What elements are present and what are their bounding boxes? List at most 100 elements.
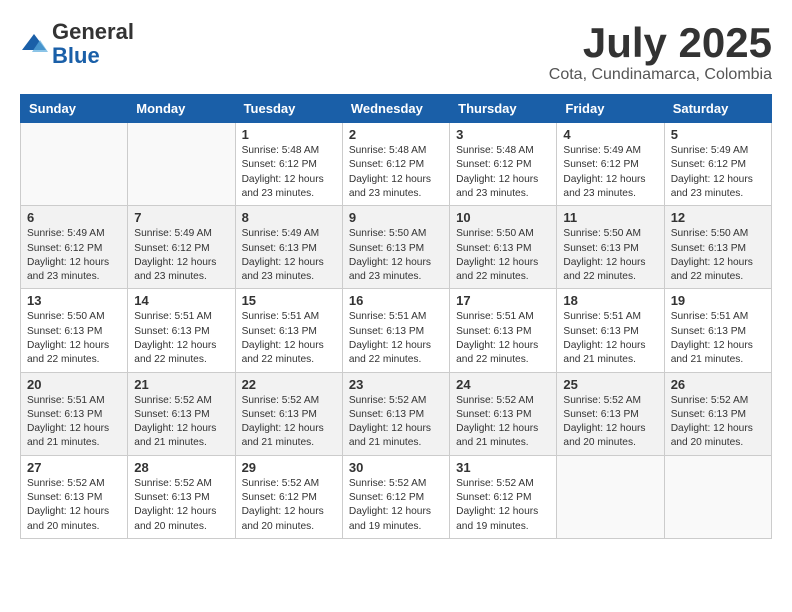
calendar-cell (664, 455, 771, 538)
calendar-week-row: 6 Sunrise: 5:49 AM Sunset: 6:12 PM Daylig… (21, 206, 772, 289)
day-info: Sunrise: 5:49 AM Sunset: 6:12 PM Dayligh… (27, 227, 121, 284)
day-number: 13 (27, 293, 121, 308)
calendar-cell (21, 123, 128, 206)
calendar-cell: 31 Sunrise: 5:52 AM Sunset: 6:12 PM Dayli… (450, 455, 557, 538)
calendar-cell: 10 Sunrise: 5:50 AM Sunset: 6:13 PM Dayli… (450, 206, 557, 289)
calendar-cell: 2 Sunrise: 5:48 AM Sunset: 6:12 PM Daylig… (342, 123, 449, 206)
calendar-cell: 14Sunrise: 5:51 AM Sunset: 6:13 PM Dayli… (128, 289, 235, 372)
calendar-cell: 28Sunrise: 5:52 AM Sunset: 6:13 PM Dayli… (128, 455, 235, 538)
day-number: 5 (671, 127, 765, 142)
day-info: Sunrise: 5:52 AM Sunset: 6:13 PM Dayligh… (27, 477, 121, 534)
day-info: Sunrise: 5:51 AM Sunset: 6:13 PM Dayligh… (242, 310, 336, 367)
day-info: Sunrise: 5:51 AM Sunset: 6:13 PM Dayligh… (349, 310, 443, 367)
day-info: Sunrise: 5:52 AM Sunset: 6:13 PM Dayligh… (134, 394, 228, 451)
day-info: Sunrise: 5:49 AM Sunset: 6:12 PM Dayligh… (671, 144, 765, 201)
day-number: 8 (242, 210, 336, 225)
day-info: Sunrise: 5:50 AM Sunset: 6:13 PM Dayligh… (349, 227, 443, 284)
calendar-cell: 18Sunrise: 5:51 AM Sunset: 6:13 PM Dayli… (557, 289, 664, 372)
calendar-cell: 21 Sunrise: 5:52 AM Sunset: 6:13 PM Dayli… (128, 372, 235, 455)
month-title: July 2025 (549, 20, 772, 66)
day-number: 25 (563, 377, 657, 392)
logo-general-text: General (52, 19, 134, 44)
day-number: 17 (456, 293, 550, 308)
title-block: July 2025 Cota, Cundinamarca, Colombia (549, 20, 772, 84)
calendar-cell: 19Sunrise: 5:51 AM Sunset: 6:13 PM Dayli… (664, 289, 771, 372)
calendar-cell: 7Sunrise: 5:49 AM Sunset: 6:12 PM Daylig… (128, 206, 235, 289)
calendar-cell: 25Sunrise: 5:52 AM Sunset: 6:13 PM Dayli… (557, 372, 664, 455)
calendar-week-row: 20 Sunrise: 5:51 AM Sunset: 6:13 PM Dayli… (21, 372, 772, 455)
day-info: Sunrise: 5:50 AM Sunset: 6:13 PM Dayligh… (671, 227, 765, 284)
day-info: Sunrise: 5:48 AM Sunset: 6:12 PM Dayligh… (349, 144, 443, 201)
calendar-cell: 1Sunrise: 5:48 AM Sunset: 6:12 PM Daylig… (235, 123, 342, 206)
calendar-cell: 5 Sunrise: 5:49 AM Sunset: 6:12 PM Daylig… (664, 123, 771, 206)
calendar-week-row: 27 Sunrise: 5:52 AM Sunset: 6:13 PM Dayli… (21, 455, 772, 538)
day-number: 23 (349, 377, 443, 392)
logo-blue-text: Blue (52, 43, 100, 68)
day-number: 2 (349, 127, 443, 142)
day-of-week-header: Tuesday (235, 95, 342, 123)
calendar-cell: 22Sunrise: 5:52 AM Sunset: 6:13 PM Dayli… (235, 372, 342, 455)
calendar-week-row: 1Sunrise: 5:48 AM Sunset: 6:12 PM Daylig… (21, 123, 772, 206)
day-of-week-header: Monday (128, 95, 235, 123)
day-number: 15 (242, 293, 336, 308)
day-of-week-header: Saturday (664, 95, 771, 123)
calendar-cell: 29 Sunrise: 5:52 AM Sunset: 6:12 PM Dayli… (235, 455, 342, 538)
calendar-cell: 24 Sunrise: 5:52 AM Sunset: 6:13 PM Dayli… (450, 372, 557, 455)
calendar-week-row: 13Sunrise: 5:50 AM Sunset: 6:13 PM Dayli… (21, 289, 772, 372)
day-number: 27 (27, 460, 121, 475)
calendar-cell: 23 Sunrise: 5:52 AM Sunset: 6:13 PM Dayli… (342, 372, 449, 455)
calendar-cell: 15 Sunrise: 5:51 AM Sunset: 6:13 PM Dayli… (235, 289, 342, 372)
day-number: 9 (349, 210, 443, 225)
day-number: 19 (671, 293, 765, 308)
day-info: Sunrise: 5:50 AM Sunset: 6:13 PM Dayligh… (563, 227, 657, 284)
calendar-cell: 8 Sunrise: 5:49 AM Sunset: 6:13 PM Daylig… (235, 206, 342, 289)
day-info: Sunrise: 5:52 AM Sunset: 6:12 PM Dayligh… (456, 477, 550, 534)
day-info: Sunrise: 5:49 AM Sunset: 6:13 PM Dayligh… (242, 227, 336, 284)
day-number: 12 (671, 210, 765, 225)
day-info: Sunrise: 5:51 AM Sunset: 6:13 PM Dayligh… (563, 310, 657, 367)
day-of-week-header: Friday (557, 95, 664, 123)
day-info: Sunrise: 5:51 AM Sunset: 6:13 PM Dayligh… (27, 394, 121, 451)
day-number: 20 (27, 377, 121, 392)
calendar-cell: 3Sunrise: 5:48 AM Sunset: 6:12 PM Daylig… (450, 123, 557, 206)
day-info: Sunrise: 5:51 AM Sunset: 6:13 PM Dayligh… (456, 310, 550, 367)
day-info: Sunrise: 5:52 AM Sunset: 6:13 PM Dayligh… (349, 394, 443, 451)
day-number: 10 (456, 210, 550, 225)
day-number: 11 (563, 210, 657, 225)
calendar-cell: 4 Sunrise: 5:49 AM Sunset: 6:12 PM Daylig… (557, 123, 664, 206)
day-of-week-header: Wednesday (342, 95, 449, 123)
calendar-cell: 6 Sunrise: 5:49 AM Sunset: 6:12 PM Daylig… (21, 206, 128, 289)
day-number: 24 (456, 377, 550, 392)
day-number: 29 (242, 460, 336, 475)
calendar-header-row: SundayMondayTuesdayWednesdayThursdayFrid… (21, 95, 772, 123)
calendar-cell: 9 Sunrise: 5:50 AM Sunset: 6:13 PM Daylig… (342, 206, 449, 289)
logo: General Blue (20, 20, 134, 68)
day-info: Sunrise: 5:52 AM Sunset: 6:12 PM Dayligh… (242, 477, 336, 534)
day-number: 21 (134, 377, 228, 392)
day-info: Sunrise: 5:52 AM Sunset: 6:13 PM Dayligh… (671, 394, 765, 451)
day-info: Sunrise: 5:48 AM Sunset: 6:12 PM Dayligh… (242, 144, 336, 201)
logo-icon (20, 30, 48, 58)
day-of-week-header: Thursday (450, 95, 557, 123)
calendar-cell (128, 123, 235, 206)
calendar-cell: 27 Sunrise: 5:52 AM Sunset: 6:13 PM Dayli… (21, 455, 128, 538)
day-info: Sunrise: 5:52 AM Sunset: 6:12 PM Dayligh… (349, 477, 443, 534)
location-subtitle: Cota, Cundinamarca, Colombia (549, 66, 772, 84)
page-header: General Blue July 2025 Cota, Cundinamarc… (20, 20, 772, 84)
calendar-cell (557, 455, 664, 538)
day-number: 3 (456, 127, 550, 142)
calendar-table: SundayMondayTuesdayWednesdayThursdayFrid… (20, 94, 772, 539)
day-info: Sunrise: 5:49 AM Sunset: 6:12 PM Dayligh… (134, 227, 228, 284)
day-info: Sunrise: 5:49 AM Sunset: 6:12 PM Dayligh… (563, 144, 657, 201)
day-info: Sunrise: 5:52 AM Sunset: 6:13 PM Dayligh… (134, 477, 228, 534)
day-info: Sunrise: 5:50 AM Sunset: 6:13 PM Dayligh… (456, 227, 550, 284)
calendar-cell: 16Sunrise: 5:51 AM Sunset: 6:13 PM Dayli… (342, 289, 449, 372)
day-info: Sunrise: 5:52 AM Sunset: 6:13 PM Dayligh… (242, 394, 336, 451)
day-number: 30 (349, 460, 443, 475)
day-number: 31 (456, 460, 550, 475)
day-info: Sunrise: 5:52 AM Sunset: 6:13 PM Dayligh… (456, 394, 550, 451)
day-number: 6 (27, 210, 121, 225)
calendar-cell: 11 Sunrise: 5:50 AM Sunset: 6:13 PM Dayli… (557, 206, 664, 289)
day-number: 4 (563, 127, 657, 142)
calendar-cell: 20 Sunrise: 5:51 AM Sunset: 6:13 PM Dayli… (21, 372, 128, 455)
